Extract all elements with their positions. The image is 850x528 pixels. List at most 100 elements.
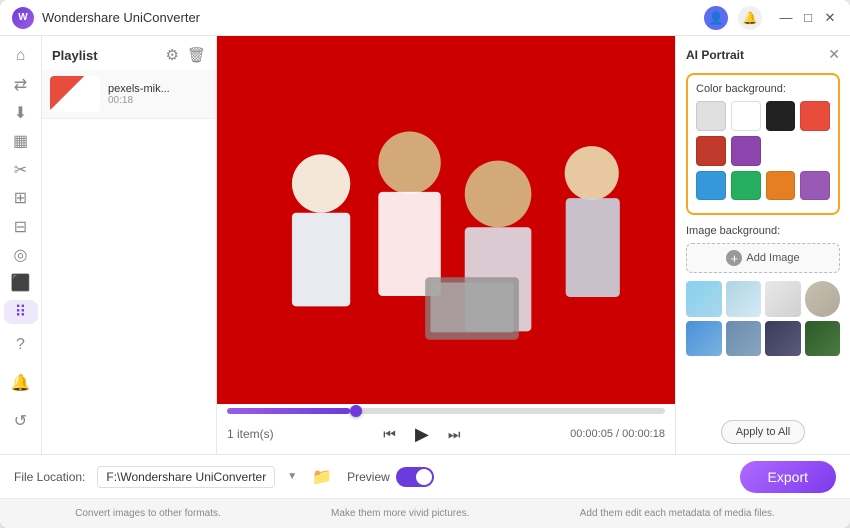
playback-controls: ⏮ ▶ ⏭	[383, 420, 460, 448]
sidebar-item-help[interactable]: ?	[4, 328, 38, 362]
sidebar: ⌂ ⇄ ⬇ ▦ ✂ ⊞ ⊟ ◎ ⬛ ⠿ ? 🔔 ↺	[0, 36, 42, 454]
right-panel: AI Portrait ✕ Color background:	[675, 36, 850, 454]
close-button[interactable]: ✕	[822, 10, 838, 26]
sidebar-item-notifications[interactable]: 🔔	[4, 366, 38, 400]
playlist-item[interactable]: pexels-mik... 00:18	[42, 70, 216, 119]
app-title: Wondershare UniConverter	[42, 10, 704, 25]
skip-forward-button[interactable]: ⏭	[448, 426, 461, 443]
play-button[interactable]: ▶	[408, 420, 436, 448]
add-image-label: Add Image	[746, 252, 799, 264]
total-time: 00:00:18	[622, 428, 665, 440]
playlist-title: Playlist	[52, 48, 98, 63]
image-thumb-4[interactable]	[805, 281, 841, 317]
color-swatch-green[interactable]	[731, 171, 761, 201]
left-panel: Playlist ⚙ 🗑 pexels-mik... 00:18	[42, 36, 217, 454]
skip-back-button[interactable]: ⏮	[383, 426, 396, 443]
current-time: 00:00:05	[570, 428, 613, 440]
video-controls: 1 item(s) ⏮ ▶ ⏭ 00:00:05 / 00:00:18	[217, 404, 675, 454]
bottom-info-2: Make them more vivid pictures.	[331, 508, 469, 519]
color-grid-row1	[696, 101, 830, 166]
logo-letter: W	[18, 12, 27, 23]
playlist-item-name: pexels-mik...	[108, 83, 208, 95]
sidebar-item-settings[interactable]: ↺	[4, 404, 38, 438]
sidebar-item-toolbox[interactable]: ⬛	[4, 271, 38, 295]
color-swatch-orange[interactable]	[766, 171, 796, 201]
panel-action-icons: ⚙ 🗑	[166, 46, 207, 64]
bottom-info-bar: Convert images to other formats. Make th…	[0, 498, 850, 528]
sidebar-item-merge[interactable]: ⊞	[4, 186, 38, 210]
color-swatch-red[interactable]	[800, 101, 830, 131]
browse-folder-button[interactable]: 📁	[309, 464, 335, 490]
image-thumb-5[interactable]	[686, 321, 722, 357]
progress-fill	[227, 408, 350, 414]
right-panel-header: AI Portrait ✕	[686, 46, 840, 63]
color-swatch-violet[interactable]	[800, 171, 830, 201]
playlist-item-duration: 00:18	[108, 95, 208, 106]
color-background-section: Color background:	[686, 73, 840, 215]
image-thumb-2[interactable]	[726, 281, 762, 317]
image-thumb-7[interactable]	[765, 321, 801, 357]
minimize-button[interactable]: —	[778, 10, 794, 26]
color-swatch-darkred[interactable]	[696, 136, 726, 166]
add-image-button[interactable]: + Add Image	[686, 243, 840, 273]
image-thumb-1[interactable]	[686, 281, 722, 317]
progress-thumb[interactable]	[350, 405, 362, 417]
path-dropdown-icon[interactable]: ▼	[287, 471, 297, 482]
video-frame	[217, 36, 675, 404]
user-icon[interactable]: 👤	[704, 6, 728, 30]
apply-to-all-button[interactable]: Apply to All	[721, 420, 805, 444]
playlist-delete-icon[interactable]: 🗑	[187, 46, 206, 64]
sidebar-item-cut[interactable]: ✂	[4, 158, 38, 182]
sidebar-item-screen[interactable]: ▦	[4, 129, 38, 153]
panel-header: Playlist ⚙ 🗑	[42, 36, 216, 70]
image-bg-label: Image background:	[686, 225, 840, 237]
toggle-knob	[416, 469, 432, 485]
title-bar: W Wondershare UniConverter 👤 🔔 — □ ✕	[0, 0, 850, 36]
sidebar-bottom: ? 🔔 ↺	[4, 328, 38, 446]
color-grid-row2	[696, 171, 830, 201]
color-bg-label: Color background:	[696, 83, 830, 95]
playlist-settings-icon[interactable]: ⚙	[166, 46, 179, 64]
image-thumb-6[interactable]	[726, 321, 762, 357]
playlist-item-info: pexels-mik... 00:18	[108, 83, 208, 106]
image-thumb-8[interactable]	[805, 321, 841, 357]
preview-toggle-wrap: Preview	[347, 467, 434, 487]
controls-row: 1 item(s) ⏮ ▶ ⏭ 00:00:05 / 00:00:18	[227, 420, 665, 448]
sidebar-item-home[interactable]: ⌂	[4, 44, 38, 68]
color-swatch-purple[interactable]	[731, 136, 761, 166]
preview-toggle[interactable]	[396, 467, 434, 487]
sidebar-item-ai[interactable]: ⠿	[4, 300, 38, 324]
bell-icon[interactable]: 🔔	[738, 6, 762, 30]
footer: File Location: F:\Wondershare UniConvert…	[0, 454, 850, 498]
image-thumb-3[interactable]	[765, 281, 801, 317]
video-background	[217, 36, 675, 404]
video-container	[217, 36, 675, 404]
title-icons: 👤 🔔	[704, 6, 762, 30]
preview-label: Preview	[347, 470, 390, 484]
item-count: 1 item(s)	[227, 427, 274, 441]
app-window: W Wondershare UniConverter 👤 🔔 — □ ✕ ⌂ ⇄…	[0, 0, 850, 528]
color-swatch-black[interactable]	[766, 101, 796, 131]
content-area: Playlist ⚙ 🗑 pexels-mik... 00:18	[42, 36, 850, 454]
sidebar-item-watermark[interactable]: ⊟	[4, 214, 38, 238]
sidebar-item-download[interactable]: ⬇	[4, 101, 38, 125]
color-swatch-blue[interactable]	[696, 171, 726, 201]
color-swatch-lightgray[interactable]	[696, 101, 726, 131]
time-display: 00:00:05 / 00:00:18	[570, 428, 665, 440]
bottom-info-1: Convert images to other formats.	[75, 508, 221, 519]
right-panel-close-button[interactable]: ✕	[828, 46, 840, 63]
export-button[interactable]: Export	[740, 461, 836, 493]
maximize-button[interactable]: □	[800, 10, 816, 26]
file-location-label: File Location:	[14, 470, 85, 484]
video-area: 1 item(s) ⏮ ▶ ⏭ 00:00:05 / 00:00:18	[217, 36, 675, 454]
sidebar-item-convert[interactable]: ⇄	[4, 72, 38, 96]
progress-bar[interactable]	[227, 408, 665, 414]
window-controls: — □ ✕	[778, 10, 838, 26]
main-layout: ⌂ ⇄ ⬇ ▦ ✂ ⊞ ⊟ ◎ ⬛ ⠿ ? 🔔 ↺ Playlist	[0, 36, 850, 454]
app-logo: W	[12, 7, 34, 29]
sidebar-item-effects[interactable]: ◎	[4, 243, 38, 267]
playlist-thumbnail	[50, 76, 100, 112]
color-swatch-white[interactable]	[731, 101, 761, 131]
image-grid	[686, 281, 840, 356]
bottom-info-3: Add them edit each metadata of media fil…	[580, 508, 775, 519]
